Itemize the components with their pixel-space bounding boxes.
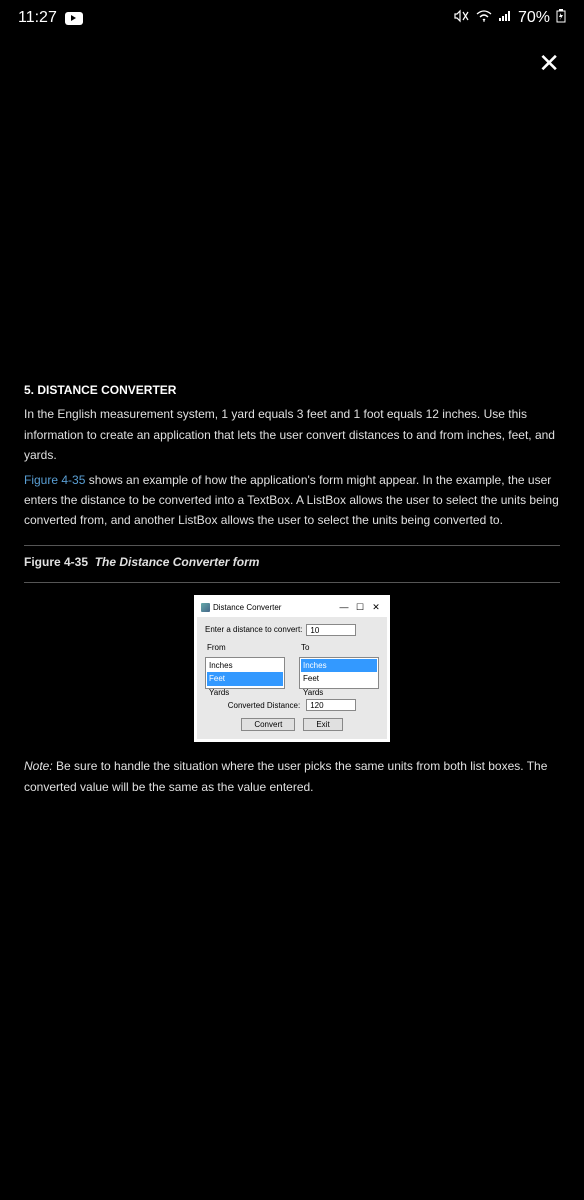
titlebar-controls: — ☐ ✕ <box>337 600 383 615</box>
status-bar: 11:27 70% <box>0 0 584 36</box>
mute-icon <box>454 9 470 28</box>
units-columns: From Inches Feet Yards To Inches Feet Ya… <box>205 641 379 689</box>
convert-button[interactable]: Convert <box>241 718 295 731</box>
list-item[interactable]: Yards <box>207 686 283 700</box>
problem-paragraph-2: Figure 4-35 shows an example of how the … <box>24 470 560 531</box>
converted-output <box>306 699 356 711</box>
list-item[interactable]: Feet <box>207 672 283 686</box>
status-battery: 70% <box>518 9 550 27</box>
converted-row: Converted Distance: <box>205 699 379 713</box>
list-item[interactable]: Feet <box>301 672 377 686</box>
window-close-button[interactable]: ✕ <box>369 600 383 615</box>
window-title: Distance Converter <box>213 601 281 615</box>
close-button[interactable]: ✕ <box>538 48 560 79</box>
wifi-icon <box>476 9 492 27</box>
status-time: 11:27 <box>18 9 57 27</box>
list-item[interactable]: Yards <box>301 686 377 700</box>
window-titlebar: Distance Converter — ☐ ✕ <box>197 598 387 617</box>
divider <box>24 545 560 546</box>
note-text: Be sure to handle the situation where th… <box>24 759 547 793</box>
enter-distance-row: Enter a distance to convert: <box>205 623 379 637</box>
status-right: 70% <box>454 9 566 28</box>
to-column: To Inches Feet Yards <box>299 641 379 689</box>
signal-icon <box>498 9 512 27</box>
from-listbox[interactable]: Inches Feet Yards <box>205 657 285 689</box>
problem-paragraph-1: In the English measurement system, 1 yar… <box>24 404 560 465</box>
youtube-icon <box>65 12 83 25</box>
converted-label: Converted Distance: <box>228 699 300 713</box>
figure-reference-link[interactable]: Figure 4-35 <box>24 473 85 487</box>
note-paragraph: Note: Be sure to handle the situation wh… <box>24 756 560 797</box>
figure-ref-continuation: shows an example of how the application'… <box>24 473 559 528</box>
distance-converter-window: Distance Converter — ☐ ✕ Enter a distanc… <box>194 595 390 742</box>
figure-caption: Figure 4-35 The Distance Converter form <box>24 552 560 572</box>
distance-input[interactable] <box>306 624 356 636</box>
to-listbox[interactable]: Inches Feet Yards <box>299 657 379 689</box>
titlebar-left: Distance Converter <box>201 601 281 615</box>
battery-icon <box>556 9 566 28</box>
divider <box>24 582 560 583</box>
app-icon <box>201 603 210 612</box>
problem-heading: 5. DISTANCE CONVERTER <box>24 380 560 400</box>
list-item[interactable]: Inches <box>301 659 377 673</box>
note-label: Note: <box>24 759 53 773</box>
minimize-button[interactable]: — <box>337 600 351 615</box>
to-label: To <box>299 641 379 655</box>
from-label: From <box>205 641 285 655</box>
form-body: Enter a distance to convert: From Inches… <box>197 617 387 739</box>
maximize-button[interactable]: ☐ <box>353 600 367 615</box>
exit-button[interactable]: Exit <box>303 718 342 731</box>
document-content: 5. DISTANCE CONVERTER In the English mea… <box>24 380 560 797</box>
button-row: Convert Exit <box>205 718 379 731</box>
from-column: From Inches Feet Yards <box>205 641 285 689</box>
figure-caption-prefix: Figure 4-35 <box>24 555 88 569</box>
enter-distance-label: Enter a distance to convert: <box>205 623 302 637</box>
status-left: 11:27 <box>18 9 83 27</box>
figure-caption-title: The Distance Converter form <box>95 555 260 569</box>
list-item[interactable]: Inches <box>207 659 283 673</box>
